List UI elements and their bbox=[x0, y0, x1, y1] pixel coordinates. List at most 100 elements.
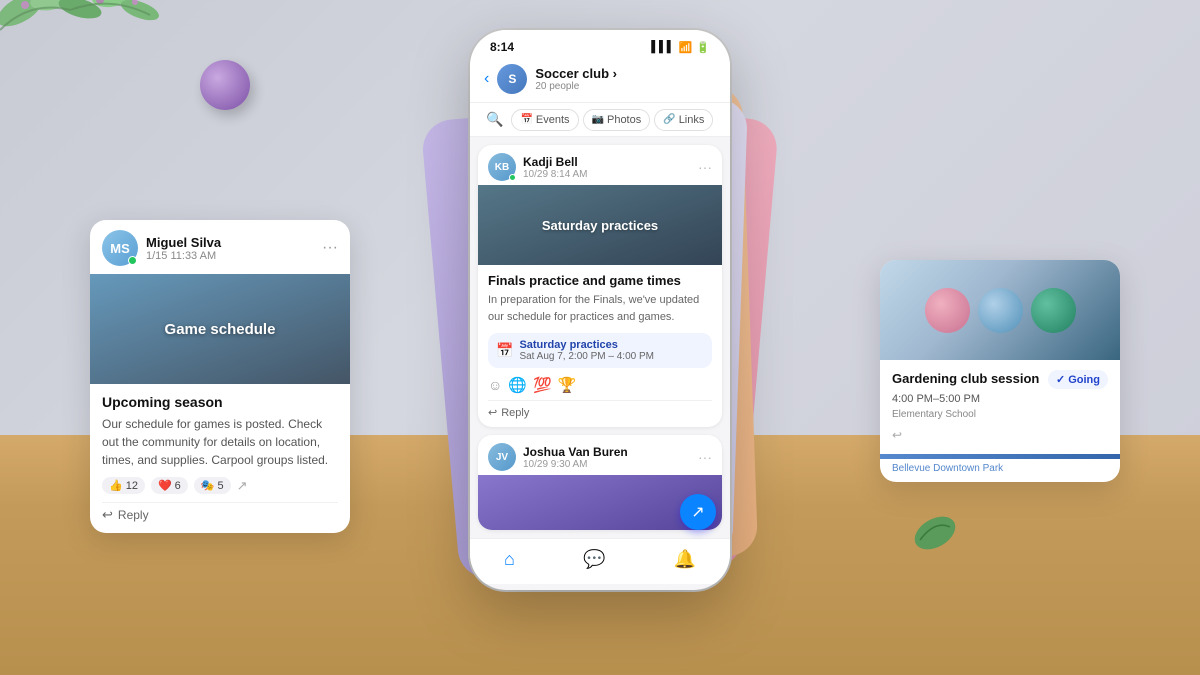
phone-tabs: 🔍 📅 Events 📷 Photos 🔗 Links bbox=[470, 103, 730, 137]
msg-more-options-2[interactable]: ··· bbox=[698, 449, 712, 465]
nav-chat[interactable]: 💬 bbox=[583, 549, 605, 570]
left-post-card: MS Miguel Silva 1/15 11:33 AM ··· Game s… bbox=[90, 220, 350, 533]
add-reaction-button[interactable]: ☺ bbox=[488, 377, 502, 393]
more-options-button[interactable]: ··· bbox=[322, 239, 338, 257]
tab-photos[interactable]: 📷 Photos bbox=[583, 109, 651, 131]
msg-time-2: 10/29 9:30 AM bbox=[523, 459, 628, 470]
msg-avatar-1: KB bbox=[488, 153, 516, 181]
photos-label: Photos bbox=[607, 114, 641, 126]
msg-online-1 bbox=[509, 174, 516, 181]
image-label: Game schedule bbox=[165, 321, 276, 338]
plant-decoration bbox=[0, 0, 170, 100]
event-location1: Elementary School bbox=[892, 409, 1108, 420]
nav-notifications[interactable]: 🔔 bbox=[674, 549, 696, 570]
event-calendar-icon: 📅 bbox=[496, 342, 513, 359]
reply-button[interactable]: ↩ Reply bbox=[102, 502, 338, 523]
tab-events[interactable]: 📅 Events bbox=[511, 109, 578, 131]
share-small-icon: ↩ bbox=[892, 428, 902, 442]
user-details: Miguel Silva 1/15 11:33 AM bbox=[146, 235, 221, 262]
event-name: Saturday practices bbox=[519, 339, 654, 351]
msg-username-2: Joshua Van Buren bbox=[523, 445, 628, 459]
events-icon: 📅 bbox=[520, 114, 532, 125]
going-label: Going bbox=[1068, 374, 1100, 386]
group-avatar: S bbox=[497, 64, 527, 94]
message-card-1: KB Kadji Bell 10/29 8:14 AM ··· Saturday… bbox=[478, 145, 722, 427]
post-title: Upcoming season bbox=[102, 394, 338, 410]
reaction-trophy: 🏆 bbox=[558, 376, 577, 394]
signal-icon: ▌▌▌ bbox=[651, 41, 674, 53]
reply-arrow-icon: ↩ bbox=[102, 507, 113, 523]
msg-avatar-2: JV bbox=[488, 443, 516, 471]
heart-emoji: ❤️ bbox=[158, 479, 172, 492]
status-icons: ▌▌▌ 📶 🔋 bbox=[651, 41, 710, 54]
event-info: Saturday practices Sat Aug 7, 2:00 PM – … bbox=[519, 339, 654, 362]
event-going-row: Gardening club session ✓ Going bbox=[892, 370, 1108, 389]
event-location2: Bellevue Downtown Park bbox=[880, 459, 1120, 482]
thumbs-emoji: 👍 bbox=[109, 479, 123, 492]
going-badge[interactable]: ✓ Going bbox=[1048, 370, 1108, 389]
other-count: 5 bbox=[217, 480, 223, 492]
post-description: Our schedule for games is posted. Check … bbox=[102, 415, 338, 469]
phone-content: KB Kadji Bell 10/29 8:14 AM ··· Saturday… bbox=[470, 137, 730, 538]
reply-label-1: Reply bbox=[501, 407, 529, 419]
tab-links[interactable]: 🔗 Links bbox=[654, 109, 713, 131]
share-icon: ↗ bbox=[237, 478, 248, 494]
msg-header-1: KB Kadji Bell 10/29 8:14 AM ··· bbox=[478, 145, 722, 185]
event-card-body: Gardening club session ✓ Going 4:00 PM–5… bbox=[880, 360, 1120, 454]
event-card-title: Gardening club session bbox=[892, 371, 1039, 386]
group-people-count: 20 people bbox=[535, 81, 716, 92]
reaction-heart[interactable]: ❤️ 6 bbox=[151, 477, 188, 494]
msg-user-2: JV Joshua Van Buren 10/29 9:30 AM bbox=[488, 443, 628, 471]
phone-nav-bar: ‹ S Soccer club › 20 people bbox=[470, 58, 730, 103]
online-indicator bbox=[128, 256, 137, 265]
thumbs-count: 12 bbox=[126, 480, 138, 492]
status-bar: 8:14 ▌▌▌ 📶 🔋 bbox=[470, 30, 730, 58]
reaction-other[interactable]: 🎭 5 bbox=[194, 477, 231, 494]
bell-icon: 🔔 bbox=[674, 549, 696, 570]
decorative-ball bbox=[200, 60, 250, 110]
msg-reply-button-1[interactable]: ↩ Reply bbox=[488, 400, 712, 419]
photos-icon: 📷 bbox=[592, 114, 604, 125]
event-time: Sat Aug 7, 2:00 PM – 4:00 PM bbox=[519, 351, 654, 362]
reactions-row: 👍 12 ❤️ 6 🎭 5 ↗ bbox=[102, 477, 338, 494]
msg-desc-1: In preparation for the Finals, we've upd… bbox=[488, 292, 712, 325]
group-name: Soccer club › bbox=[535, 66, 716, 81]
msg-reactions-1: ☺ 🌐 💯 🏆 bbox=[488, 376, 712, 394]
search-tab-button[interactable]: 🔍 bbox=[478, 107, 511, 132]
compose-fab-button[interactable]: ↗ bbox=[680, 494, 716, 530]
circle-blue bbox=[978, 288, 1023, 333]
msg-header-2: JV Joshua Van Buren 10/29 9:30 AM ··· bbox=[478, 435, 722, 475]
username: Miguel Silva bbox=[146, 235, 221, 250]
msg-username-1: Kadji Bell bbox=[523, 155, 588, 169]
card-body: Upcoming season Our schedule for games i… bbox=[90, 384, 350, 533]
reply-label: Reply bbox=[118, 508, 149, 522]
post-time: 1/15 11:33 AM bbox=[146, 250, 221, 262]
phone-screen: 8:14 ▌▌▌ 📶 🔋 ‹ S Soccer club › 20 people… bbox=[470, 30, 730, 590]
events-label: Events bbox=[536, 114, 570, 126]
event-image bbox=[880, 260, 1120, 360]
wifi-icon: 📶 bbox=[679, 41, 693, 54]
reaction-100: 💯 bbox=[533, 376, 552, 394]
nav-home[interactable]: ⌂ bbox=[504, 549, 515, 570]
msg-body-1: Finals practice and game times In prepar… bbox=[478, 265, 722, 427]
check-icon: ✓ bbox=[1056, 373, 1065, 386]
avatar: MS bbox=[102, 230, 138, 266]
home-icon: ⌂ bbox=[504, 549, 515, 570]
event-card-time: 4:00 PM–5:00 PM bbox=[892, 393, 1108, 405]
post-image: Game schedule bbox=[90, 274, 350, 384]
msg-more-options-1[interactable]: ··· bbox=[698, 159, 712, 175]
msg-banner-1: Saturday practices bbox=[478, 185, 722, 265]
back-button[interactable]: ‹ bbox=[484, 70, 489, 88]
card-header: MS Miguel Silva 1/15 11:33 AM ··· bbox=[90, 220, 350, 274]
leaf-decoration bbox=[905, 505, 965, 555]
reply-icon-1: ↩ bbox=[488, 406, 497, 419]
circle-teal bbox=[1031, 288, 1076, 333]
msg-title-1: Finals practice and game times bbox=[488, 273, 712, 288]
links-label: Links bbox=[679, 114, 705, 126]
group-info: Soccer club › 20 people bbox=[535, 66, 716, 92]
event-pill[interactable]: 📅 Saturday practices Sat Aug 7, 2:00 PM … bbox=[488, 333, 712, 368]
circle-pink bbox=[925, 288, 970, 333]
reaction-thumbs[interactable]: 👍 12 bbox=[102, 477, 145, 494]
bottom-navigation: ⌂ 💬 🔔 bbox=[470, 538, 730, 584]
battery-icon: 🔋 bbox=[696, 41, 710, 54]
